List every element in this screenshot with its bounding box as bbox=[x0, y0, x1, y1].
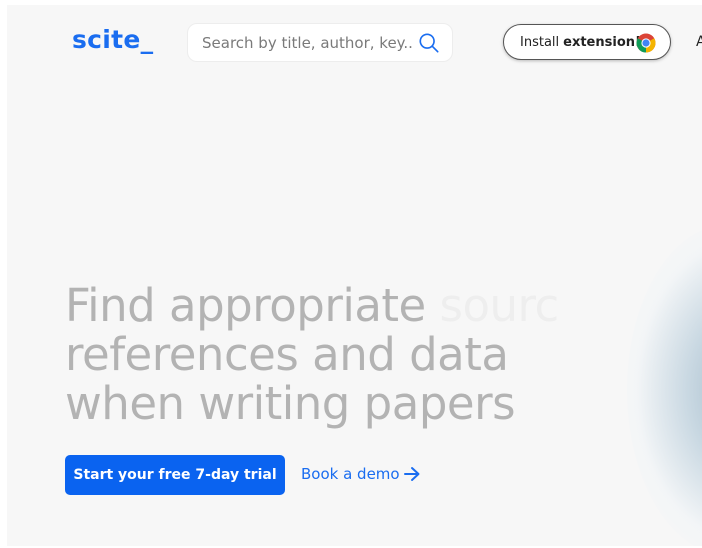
hero-title-ghost-word: sourc bbox=[439, 279, 560, 332]
book-demo-label: Book a demo bbox=[301, 465, 400, 483]
nav-link-truncated[interactable]: A bbox=[696, 34, 702, 50]
hero-title: Find appropriate sourc references and dat… bbox=[65, 281, 625, 428]
install-label-bold: extension! bbox=[563, 34, 641, 50]
hero-title-line-3: when writing papers bbox=[65, 377, 516, 430]
install-extension-button[interactable]: Install extension! bbox=[503, 24, 671, 60]
book-demo-link[interactable]: Book a demo bbox=[301, 465, 421, 483]
search-icon[interactable] bbox=[418, 32, 440, 54]
scite-logo[interactable]: scite_ bbox=[72, 25, 153, 54]
search-box[interactable] bbox=[187, 23, 453, 62]
page: scite_ Install extension! A Find appropr… bbox=[7, 5, 702, 546]
hero-title-line-1: Find appropriate bbox=[65, 279, 426, 332]
decorative-gradient-blob bbox=[627, 225, 702, 546]
hero-title-line-2: references and data bbox=[65, 328, 509, 381]
start-trial-button[interactable]: Start your free 7-day trial bbox=[65, 455, 285, 495]
chrome-icon bbox=[636, 33, 656, 53]
search-input[interactable] bbox=[202, 24, 412, 61]
install-label: Install bbox=[520, 34, 560, 50]
arrow-right-icon bbox=[403, 467, 420, 481]
